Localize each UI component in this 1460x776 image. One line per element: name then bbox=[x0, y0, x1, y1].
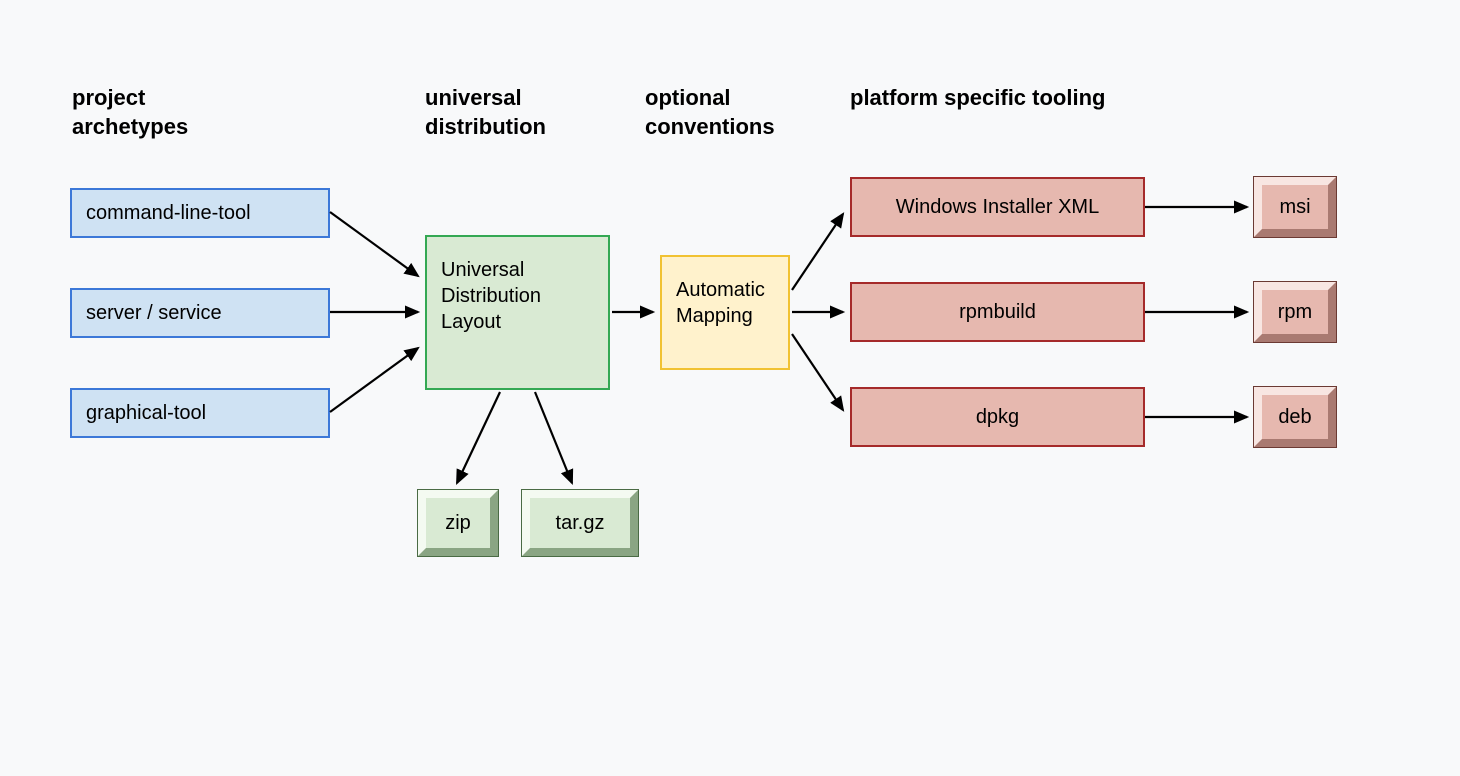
heading-distribution: universal distribution bbox=[425, 84, 546, 141]
box-msi: msi bbox=[1254, 177, 1336, 237]
box-automatic-mapping: Automatic Mapping bbox=[660, 255, 790, 370]
label-automatic-mapping: Automatic Mapping bbox=[676, 277, 774, 329]
label-universal-distribution-layout: Universal Distribution Layout bbox=[441, 257, 594, 335]
label-deb: deb bbox=[1278, 406, 1311, 429]
box-targz: tar.gz bbox=[522, 490, 638, 556]
label-rpm: rpm bbox=[1278, 301, 1312, 324]
label-rpmbuild: rpmbuild bbox=[959, 301, 1036, 324]
heading-conventions: optional conventions bbox=[645, 84, 775, 141]
label-server: server / service bbox=[86, 302, 222, 325]
box-dpkg: dpkg bbox=[850, 387, 1145, 447]
label-cli: command-line-tool bbox=[86, 202, 251, 225]
box-zip: zip bbox=[418, 490, 498, 556]
label-dpkg: dpkg bbox=[976, 406, 1019, 429]
box-server-service: server / service bbox=[70, 288, 330, 338]
label-zip: zip bbox=[445, 512, 471, 535]
label-wix: Windows Installer XML bbox=[896, 196, 1099, 219]
box-wix: Windows Installer XML bbox=[850, 177, 1145, 237]
label-gui: graphical-tool bbox=[86, 402, 206, 425]
box-rpm: rpm bbox=[1254, 282, 1336, 342]
label-targz: tar.gz bbox=[556, 512, 605, 535]
label-msi: msi bbox=[1279, 196, 1310, 219]
box-command-line-tool: command-line-tool bbox=[70, 188, 330, 238]
box-rpmbuild: rpmbuild bbox=[850, 282, 1145, 342]
heading-archetypes: project archetypes bbox=[72, 84, 188, 141]
box-graphical-tool: graphical-tool bbox=[70, 388, 330, 438]
heading-tooling: platform specific tooling bbox=[850, 84, 1105, 113]
box-universal-distribution-layout: Universal Distribution Layout bbox=[425, 235, 610, 390]
diagram-canvas: project archetypes universal distributio… bbox=[0, 0, 1460, 776]
box-deb: deb bbox=[1254, 387, 1336, 447]
